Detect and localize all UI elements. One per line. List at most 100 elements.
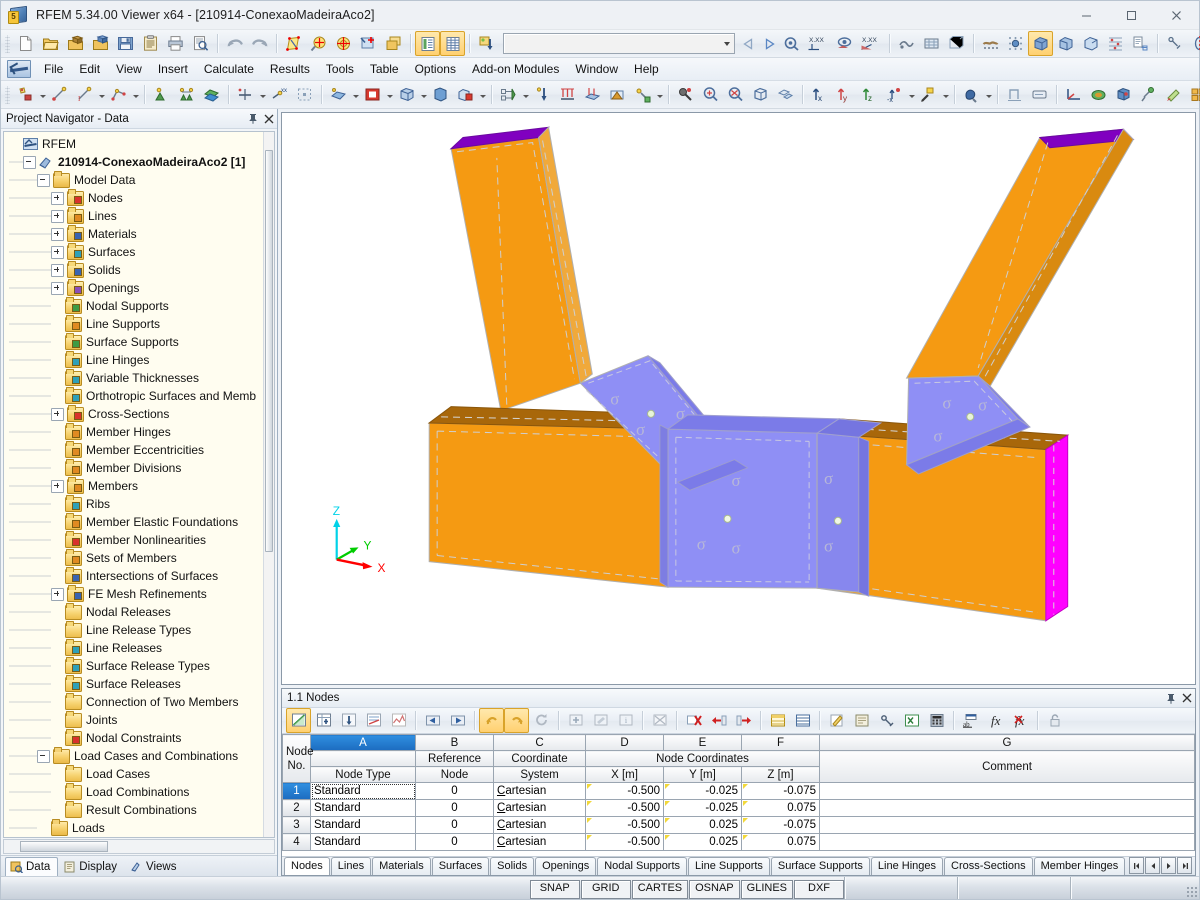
cell-comment[interactable] [819,799,1195,817]
cell-z-coordinate[interactable]: -0.075 [741,782,820,800]
maximize-button[interactable] [1109,1,1154,29]
function-icon[interactable]: fx [983,708,1008,733]
view-iso-icon[interactable]: -x [882,82,907,107]
tree-item-fe-mesh-refinements[interactable]: FE Mesh Refinements [9,584,274,603]
dimension-icon[interactable] [1002,82,1027,107]
model-view2-icon[interactable] [1053,31,1078,56]
menu-table[interactable]: Table [362,59,407,79]
division-icon[interactable] [292,82,317,107]
nodal-load-icon[interactable] [530,82,555,107]
cell-z-coordinate[interactable]: 0.075 [741,799,820,817]
tree-item-line-supports[interactable]: Line Supports [9,314,274,333]
tree-item-joints[interactable]: Joints [9,710,274,729]
model-viewport[interactable]: σ σ σ σ σ σ σ σ σ σ σ Z Y X [282,113,1195,684]
member-load-icon[interactable] [555,82,580,107]
info-row-icon[interactable]: i [613,708,638,733]
member-hinge-icon[interactable] [233,82,258,107]
cell-node-type[interactable]: Standard [310,816,416,834]
value-diagram-icon[interactable]: X.XX [857,31,885,56]
row-header-4[interactable]: 4 [282,833,311,851]
table-tab-cross-sections[interactable]: Cross-Sections [944,857,1033,875]
cell-coordinate-system[interactable]: Cartesian [493,833,586,851]
cell-comment[interactable] [819,782,1195,800]
tree-item-member-hinges[interactable]: Member Hinges [9,422,274,441]
expand-icon[interactable] [51,263,64,277]
free-load-icon[interactable] [605,82,630,107]
status-flag-osnap[interactable]: OSNAP [689,879,740,899]
sort-icon[interactable] [361,708,386,733]
load-wizard-icon[interactable] [630,82,655,107]
axis-icon[interactable] [1061,82,1086,107]
tree-item-sets-of-members[interactable]: Sets of Members [9,548,274,567]
member-icon[interactable] [428,82,453,107]
tree-item-nodes[interactable]: Nodes [9,188,274,207]
table-view-icon[interactable] [286,708,311,733]
table-tab-materials[interactable]: Materials [372,857,431,875]
status-flag-grid[interactable]: GRID [580,879,631,899]
notes-icon[interactable] [849,708,874,733]
print-icon[interactable] [163,31,188,56]
load-case-dropdown[interactable] [521,83,530,106]
value-axis-icon[interactable]: X.XX [804,31,832,56]
color-surface-icon[interactable] [1086,82,1111,107]
rotate-view-icon[interactable] [331,31,356,56]
table-tab-lines[interactable]: Lines [330,857,372,875]
calculate-icon[interactable] [673,82,698,107]
paint-dropdown[interactable] [984,83,993,106]
calculator-icon[interactable] [924,708,949,733]
cell-node-type[interactable]: Standard [310,799,416,817]
view-x-icon[interactable]: x [807,82,832,107]
edit-shape-icon[interactable] [281,31,306,56]
chevron-down-icon[interactable] [719,35,734,52]
tree-item-solids[interactable]: Solids [9,260,274,279]
table-list-icon[interactable] [415,31,440,56]
view-z-icon[interactable]: z [857,82,882,107]
expand-icon[interactable] [51,245,64,259]
navigator-tab-views[interactable]: Views [125,857,184,876]
table-tab-surfaces[interactable]: Surfaces [431,857,490,875]
table-tab-nodes[interactable]: Nodes [284,857,330,875]
column-letter-b[interactable]: B [415,734,494,751]
cell-reference-node[interactable]: 0 [415,782,494,800]
first-tab-icon[interactable] [1129,857,1144,874]
edit-cell-icon[interactable] [824,708,849,733]
redo-icon[interactable] [247,31,272,56]
insert-polyline-icon[interactable] [106,82,131,107]
line-support-icon[interactable] [174,82,199,107]
insert-node-dropdown[interactable] [38,83,47,106]
load-case-new-icon[interactable] [496,82,521,107]
node-snap-icon[interactable] [1162,31,1187,56]
surface-support-icon[interactable] [199,82,224,107]
tree-item-surface-releases[interactable]: Surface Releases [9,674,274,693]
tree-item-connection-of-two-members[interactable]: Connection of Two Members [9,692,274,711]
navigator-tab-data[interactable]: Data [5,857,59,876]
clear-function-icon[interactable]: fx [1008,708,1033,733]
select-model-icon[interactable] [874,708,899,733]
clipboard-icon[interactable] [138,31,163,56]
tree-item-surface-supports[interactable]: Surface Supports [9,332,274,351]
view-y-icon[interactable]: y [832,82,857,107]
navigator-tab-display[interactable]: Display [58,857,125,876]
tree-item-surfaces[interactable]: Surfaces [9,242,274,261]
menu-insert[interactable]: Insert [150,59,196,79]
tree-item-210914-conexaomadeiraaco2-1[interactable]: 210914-ConexaoMadeiraAco2 [1] [9,153,274,171]
tree-item-openings[interactable]: Openings [9,278,274,297]
toolbar-grip-2[interactable] [5,85,10,104]
navigator-vertical-scrollbar[interactable] [263,132,274,837]
edit-row-icon[interactable] [588,708,613,733]
render-mesh-icon[interactable] [919,31,944,56]
menu-addon-modules[interactable]: Add-on Modules [464,59,567,79]
tree-item-nodal-releases[interactable]: Nodal Releases [9,602,274,621]
tree-item-rfem[interactable]: RFEM [9,135,274,153]
surface-icon[interactable] [326,82,351,107]
cell-y-coordinate[interactable]: -0.025 [663,799,742,817]
set-dropdown[interactable] [478,83,487,106]
open-project-icon[interactable] [63,31,88,56]
expand-icon[interactable] [51,407,64,421]
minimize-button[interactable] [1064,1,1109,29]
pin-icon[interactable] [1136,82,1161,107]
window-tile-icon[interactable] [1186,82,1200,107]
delete-right-icon[interactable] [731,708,756,733]
open-folder-icon[interactable] [38,31,63,56]
column-letters-row[interactable]: Node No. A B C D E F G [282,734,1195,783]
